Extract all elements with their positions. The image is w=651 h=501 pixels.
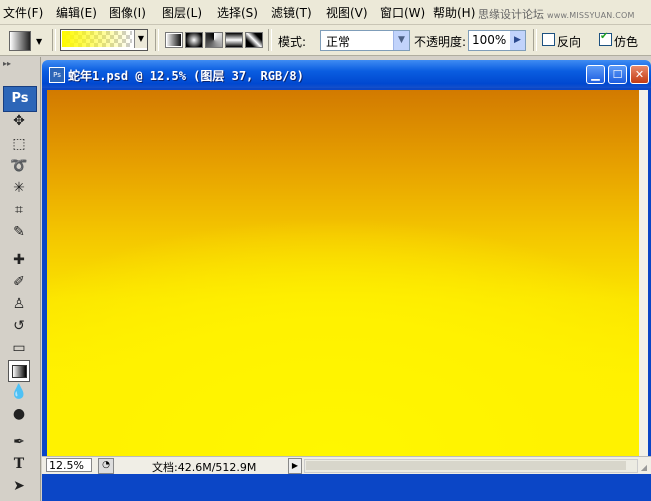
- chevron-down-icon[interactable]: ▼: [393, 31, 409, 50]
- watermark-text: 思缘设计论坛: [478, 8, 544, 21]
- status-menu-icon[interactable]: ◔: [98, 458, 114, 474]
- divider: [155, 29, 159, 51]
- brush-tool-icon[interactable]: ✐: [9, 272, 29, 292]
- blur-tool-icon[interactable]: 💧: [9, 382, 29, 402]
- gradient-dropdown-icon[interactable]: ▼: [134, 30, 147, 48]
- divider: [52, 29, 56, 51]
- menu-file[interactable]: 文件(F): [3, 4, 43, 21]
- document-body: [42, 88, 651, 501]
- move-tool-icon[interactable]: ✥: [9, 111, 29, 131]
- zoom-field[interactable]: 12.5%: [46, 458, 92, 472]
- menu-image[interactable]: 图像(I): [109, 4, 146, 21]
- psd-file-icon: Ps: [49, 67, 65, 83]
- horizontal-scrollbar[interactable]: [304, 459, 638, 473]
- gradient-tool-icon[interactable]: [8, 360, 30, 382]
- reflected-gradient-button[interactable]: [225, 32, 243, 48]
- options-bar: ▼ ▼ 模式: 正常 ▼ 不透明度: 100% ▶ 反向 仿色: [0, 25, 651, 56]
- minimize-button[interactable]: ▁: [586, 65, 605, 84]
- magic-wand-tool-icon[interactable]: ✳: [9, 178, 29, 198]
- vertical-scrollbar[interactable]: [639, 90, 648, 471]
- menu-layer[interactable]: 图层(L): [162, 4, 202, 21]
- gradient-preview[interactable]: [62, 31, 132, 47]
- opacity-input[interactable]: 100% ▶: [468, 30, 526, 51]
- menu-help[interactable]: 帮助(H): [433, 4, 475, 21]
- opacity-slider-arrow-icon[interactable]: ▶: [510, 31, 525, 50]
- watermark-url: www.MISSYUAN.COM: [547, 11, 635, 20]
- reverse-checkbox[interactable]: [542, 33, 555, 46]
- watermark: 思缘设计论坛 www.MISSYUAN.COM: [478, 6, 635, 22]
- pen-tool-icon[interactable]: ✒: [9, 432, 29, 452]
- resize-grip-icon[interactable]: ◢: [641, 463, 647, 472]
- toolbox-grip-icon[interactable]: ▸▸: [0, 59, 40, 69]
- menu-window[interactable]: 窗口(W): [380, 4, 425, 21]
- slice-tool-icon[interactable]: ✎: [9, 222, 29, 242]
- menu-select[interactable]: 选择(S): [217, 4, 258, 21]
- path-selection-tool-icon[interactable]: ➤: [9, 476, 29, 496]
- gradient-tool-icon: [9, 31, 31, 51]
- opacity-value: 100%: [472, 33, 507, 47]
- diamond-gradient-button[interactable]: [245, 32, 263, 48]
- maximize-button[interactable]: ☐: [608, 65, 627, 84]
- document-title: 蛇年1.psd @ 12.5% (图层 37, RGB/8): [68, 69, 304, 83]
- document-titlebar[interactable]: Ps 蛇年1.psd @ 12.5% (图层 37, RGB/8) ▁ ☐ ✕: [42, 60, 651, 88]
- divider: [268, 29, 272, 51]
- status-arrow-icon[interactable]: ▶: [288, 458, 302, 474]
- mode-select[interactable]: 正常 ▼: [320, 30, 410, 51]
- chevron-down-icon: ▼: [36, 37, 43, 46]
- healing-brush-tool-icon[interactable]: ✚: [9, 250, 29, 270]
- menu-bar: 文件(F) 编辑(E) 图像(I) 图层(L) 选择(S) 滤镜(T) 视图(V…: [0, 0, 651, 25]
- dither-label: 仿色: [614, 35, 639, 49]
- menu-filter[interactable]: 滤镜(T): [271, 4, 312, 21]
- divider: [533, 29, 537, 51]
- menu-view[interactable]: 视图(V): [326, 4, 368, 21]
- menu-edit[interactable]: 编辑(E): [56, 4, 97, 21]
- opacity-label: 不透明度:: [414, 35, 467, 49]
- crop-tool-icon[interactable]: ⌗: [9, 200, 29, 220]
- status-bar: 12.5% ◔ 文档:42.6M/512.9M ▶ ◢: [42, 456, 651, 474]
- close-button[interactable]: ✕: [630, 65, 649, 84]
- document-info: 文档:42.6M/512.9M: [152, 461, 257, 474]
- linear-gradient-button[interactable]: [165, 32, 183, 48]
- history-brush-tool-icon[interactable]: ↺: [9, 316, 29, 336]
- lasso-tool-icon[interactable]: ➰: [9, 156, 29, 176]
- document-window: Ps 蛇年1.psd @ 12.5% (图层 37, RGB/8) ▁ ☐ ✕ …: [42, 60, 651, 501]
- ps-logo[interactable]: Ps: [3, 86, 37, 112]
- clone-stamp-tool-icon[interactable]: ♙: [9, 294, 29, 314]
- marquee-tool-icon[interactable]: ⬚: [9, 134, 29, 154]
- dodge-tool-icon[interactable]: ●: [9, 404, 29, 424]
- mode-value: 正常: [326, 35, 351, 49]
- horizontal-scroll-thumb[interactable]: [306, 461, 626, 470]
- type-tool-icon[interactable]: T: [9, 454, 29, 474]
- reverse-label: 反向: [557, 35, 582, 49]
- mode-label: 模式:: [278, 35, 307, 49]
- dither-checkbox[interactable]: [599, 31, 612, 46]
- gradient-picker[interactable]: ▼: [60, 29, 148, 51]
- toolbox: ▸▸ Ps ✥ ⬚ ➰ ✳ ⌗ ✎ ✚ ✐ ♙ ↺ ▭ 💧 ● ✒ T ➤: [0, 57, 41, 501]
- tool-preset-picker[interactable]: ▼: [6, 29, 48, 51]
- eraser-tool-icon[interactable]: ▭: [9, 338, 29, 358]
- canvas[interactable]: [47, 90, 639, 471]
- radial-gradient-button[interactable]: [185, 32, 203, 48]
- angle-gradient-button[interactable]: [205, 32, 223, 48]
